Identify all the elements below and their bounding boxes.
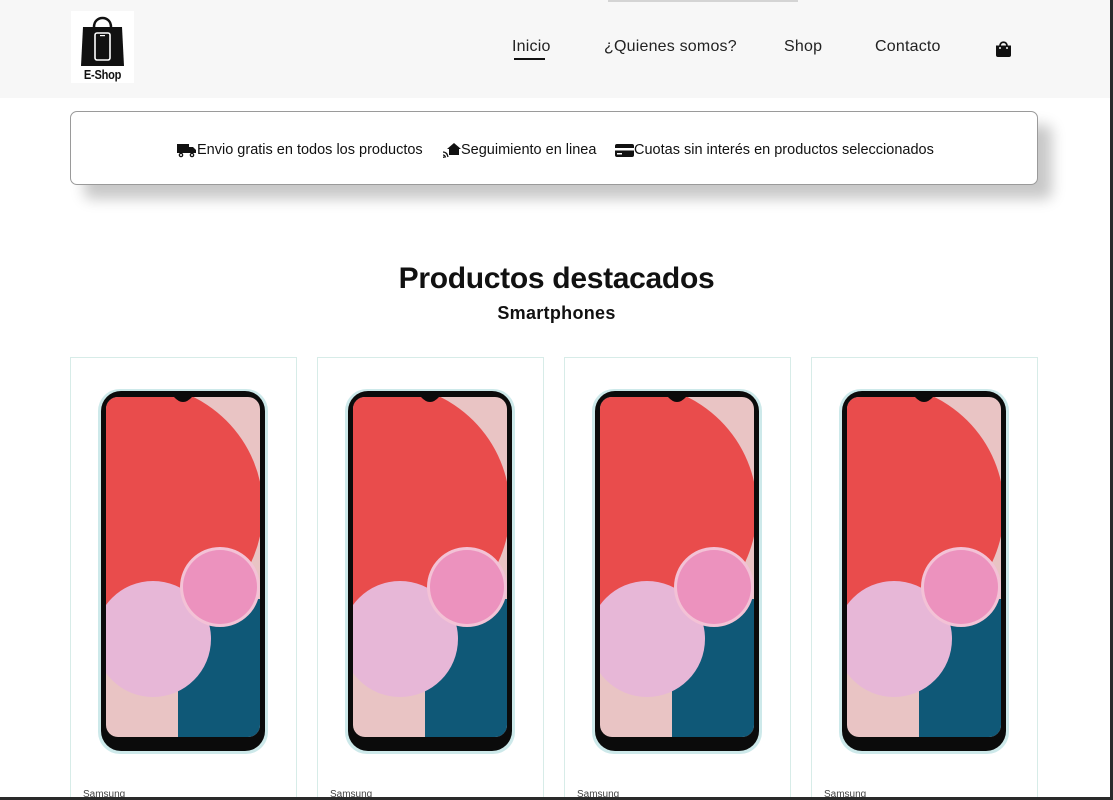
header-top-line <box>608 0 798 2</box>
section-title: Productos destacados <box>398 262 715 295</box>
logo-text: E-Shop <box>83 67 122 82</box>
nav-item-quienes-somos[interactable]: ¿Quienes somos? <box>604 38 737 56</box>
feature-interest-free: Cuotas sin interés en productos seleccio… <box>615 140 934 160</box>
nav-item-contacto[interactable]: Contacto <box>875 38 941 56</box>
home-signal-icon <box>443 143 461 158</box>
credit-card-icon <box>615 143 634 157</box>
feature-label: Cuotas sin interés en productos seleccio… <box>634 142 934 158</box>
logo[interactable]: E-Shop <box>71 11 134 83</box>
product-card[interactable]: Samsung <box>811 357 1038 800</box>
features-banner: Envio gratis en todos los productos Segu… <box>70 111 1038 185</box>
product-image[interactable] <box>98 389 268 754</box>
nav-item-inicio[interactable]: Inicio <box>512 38 551 60</box>
site-header: E-Shop Inicio ¿Quienes somos? Shop Conta… <box>0 0 1113 98</box>
product-card[interactable]: Samsung <box>564 357 791 800</box>
product-image[interactable] <box>839 389 1009 754</box>
product-image[interactable] <box>345 389 515 754</box>
feature-label: Envio gratis en todos los productos <box>197 142 423 158</box>
product-card[interactable]: Samsung <box>317 357 544 800</box>
feature-free-shipping: Envio gratis en todos los productos <box>177 140 423 160</box>
shopping-bag-logo-icon <box>81 16 124 66</box>
feature-online-tracking: Seguimiento en linea <box>443 140 596 160</box>
section-subtitle: Smartphones <box>497 303 616 323</box>
product-card[interactable]: Samsung <box>70 357 297 800</box>
product-image[interactable] <box>592 389 762 754</box>
feature-label: Seguimiento en linea <box>461 142 597 158</box>
truck-icon <box>177 144 196 158</box>
nav-item-shop[interactable]: Shop <box>784 38 822 56</box>
shopping-bag-icon[interactable] <box>995 40 1012 58</box>
